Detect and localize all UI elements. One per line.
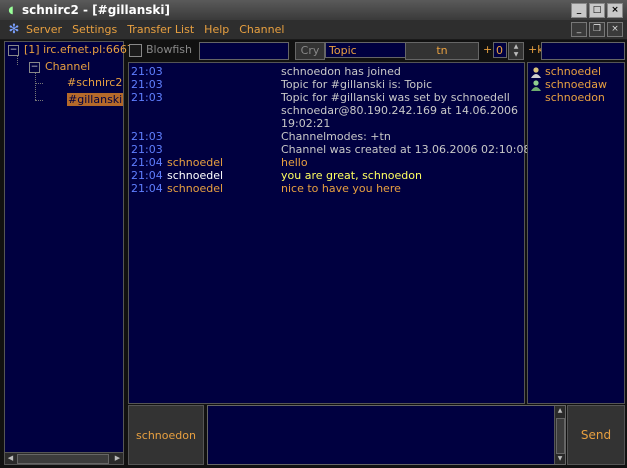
blowfish-key-input[interactable] [199, 42, 289, 60]
server-tree: − [1] irc.efnet.pl:6667 − Channel #schnirc… [4, 41, 134, 454]
user-name: schnoedaw [545, 78, 607, 91]
message-time: 21:04 [131, 169, 163, 182]
scrollbar-thumb[interactable] [556, 418, 565, 454]
tree-server-node[interactable]: − [1] irc.efnet.pl:6667 [8, 43, 134, 57]
scroll-left-icon[interactable]: ◀ [5, 453, 16, 464]
app-logo-icon: ◖ [8, 4, 14, 16]
current-nick-button[interactable]: schnoedon [128, 405, 204, 465]
message-time: 21:04 [131, 182, 163, 195]
chat-message: 21:03 Topic for #gillanski was set by sch… [129, 91, 524, 104]
scroll-down-icon[interactable]: ▼ [555, 454, 565, 464]
scroll-right-icon[interactable]: ▶ [112, 453, 123, 464]
chat-message: 21:03 schnoedon has joined [129, 65, 524, 78]
user-list-item[interactable]: schnoedel [530, 65, 601, 78]
collapse-icon[interactable]: − [8, 44, 19, 56]
user-limit-input[interactable]: 0 [493, 42, 507, 58]
message-text: nice to have you here [281, 182, 401, 195]
message-nick[interactable]: schnoedel [167, 156, 223, 169]
mdi-minimize-button[interactable]: _ [571, 22, 587, 37]
message-nick[interactable]: schnoedel [167, 169, 223, 182]
chat-message: 21:03 Channel was created at 13.06.2006 0… [129, 143, 530, 156]
message-input[interactable]: ▲ ▼ [207, 405, 566, 465]
message-time: 21:03 [131, 65, 163, 78]
chat-message: schnoedar@80.190.242.169 at 14.06.2006 [129, 104, 524, 117]
tree-server-label: [1] irc.efnet.pl:6667 [24, 43, 134, 56]
message-text: you are great, schnoedon [281, 169, 422, 182]
message-text: 19:02:21 [281, 117, 331, 130]
user-icon-placeholder [530, 93, 542, 104]
mdi-restore-button[interactable]: ❐ [589, 22, 605, 37]
message-text: hello [281, 156, 308, 169]
menu-settings[interactable]: Settings [72, 23, 117, 36]
user-name: schnoedon [545, 91, 605, 104]
collapse-icon[interactable]: − [29, 61, 40, 73]
app-menu-icon[interactable]: ✻ [6, 22, 22, 38]
channel-key-input[interactable] [541, 42, 625, 60]
message-time: 21:03 [131, 130, 163, 143]
message-nick[interactable]: schnoedel [167, 182, 223, 195]
menu-transfer-list[interactable]: Transfer List [127, 23, 194, 36]
chat-message: 21:04 schnoedel nice to have you here [129, 182, 524, 195]
voice-user-icon [530, 79, 542, 91]
tree-group-label: Channel [45, 60, 91, 73]
menu-help[interactable]: Help [204, 23, 229, 36]
minimize-button[interactable]: _ [571, 2, 587, 18]
message-time: 21:03 [131, 143, 163, 156]
chat-message: 21:03 Channelmodes: +tn [129, 130, 524, 143]
chat-message: 21:04 schnoedel hello [129, 156, 524, 169]
tree-channel-label: #schnirc2 [67, 76, 123, 89]
spin-down-icon[interactable]: ▼ [509, 51, 523, 59]
window-title: schnirc2 - [#gillanski] [22, 3, 171, 17]
chat-message: 21:03 Topic for #gillanski is: Topic [129, 78, 524, 91]
message-text: Topic for #gillanski was set by schnoede… [281, 91, 510, 104]
chat-message: 19:02:21 [129, 117, 524, 130]
blowfish-label: Blowfish [146, 43, 192, 56]
message-text: Channel was created at 13.06.2006 02:10:… [281, 143, 531, 156]
chat-log[interactable]: 21:03 schnoedon has joined 21:03 Topic for … [128, 62, 530, 404]
user-name: schnoedel [545, 65, 602, 78]
channel-modes-button[interactable]: tn [405, 42, 479, 60]
menu-server[interactable]: Server [26, 23, 62, 36]
title-bar: ◖ schnirc2 - [#gillanski] _ □ × [0, 0, 627, 21]
tree-horizontal-scrollbar[interactable]: ◀ ▶ [4, 452, 124, 465]
chat-message: 21:04 schnoedel you are great, schnoedon [129, 169, 524, 182]
message-text: schnoedar@80.190.242.169 at 14.06.2006 [281, 104, 518, 117]
tree-channel-schnirc2[interactable]: #schnirc2 [67, 76, 122, 90]
limit-spinner[interactable]: ▲ ▼ [508, 42, 524, 60]
spin-up-icon[interactable]: ▲ [509, 43, 523, 51]
message-text: Topic for #gillanski is: Topic [281, 78, 433, 91]
maximize-button[interactable]: □ [589, 2, 605, 18]
user-list-item[interactable]: schnoedaw [530, 78, 607, 91]
user-list[interactable]: schnoedel schnoedaw schnoedon [527, 62, 625, 404]
scroll-up-icon[interactable]: ▲ [555, 406, 565, 416]
send-button[interactable]: Send [567, 405, 625, 465]
scrollbar-thumb[interactable] [17, 454, 109, 464]
tree-channel-gillanski[interactable]: #gillanski [67, 93, 124, 107]
cry-button[interactable]: Cry [295, 42, 325, 60]
close-button[interactable]: × [607, 2, 623, 18]
message-text: schnoedon has joined [281, 65, 401, 78]
mdi-close-button[interactable]: × [607, 22, 623, 37]
input-vertical-scrollbar[interactable]: ▲ ▼ [554, 406, 565, 464]
menu-channel[interactable]: Channel [239, 23, 284, 36]
message-time: 21:03 [131, 78, 163, 91]
blowfish-checkbox[interactable] [129, 44, 142, 57]
channel-toolbar: Blowfish Cry Topic tn +l 0 ▲ ▼ [126, 41, 524, 61]
message-time: 21:03 [131, 91, 163, 104]
user-list-item[interactable]: schnoedon [530, 91, 605, 104]
tree-channel-label: #gillanski [67, 93, 124, 106]
op-user-icon [530, 66, 542, 78]
tree-channel-group[interactable]: − Channel [29, 60, 90, 74]
message-text: Channelmodes: +tn [281, 130, 391, 143]
menu-bar: ✻ Server Settings Transfer List Help Cha… [0, 20, 627, 40]
message-time: 21:04 [131, 156, 163, 169]
